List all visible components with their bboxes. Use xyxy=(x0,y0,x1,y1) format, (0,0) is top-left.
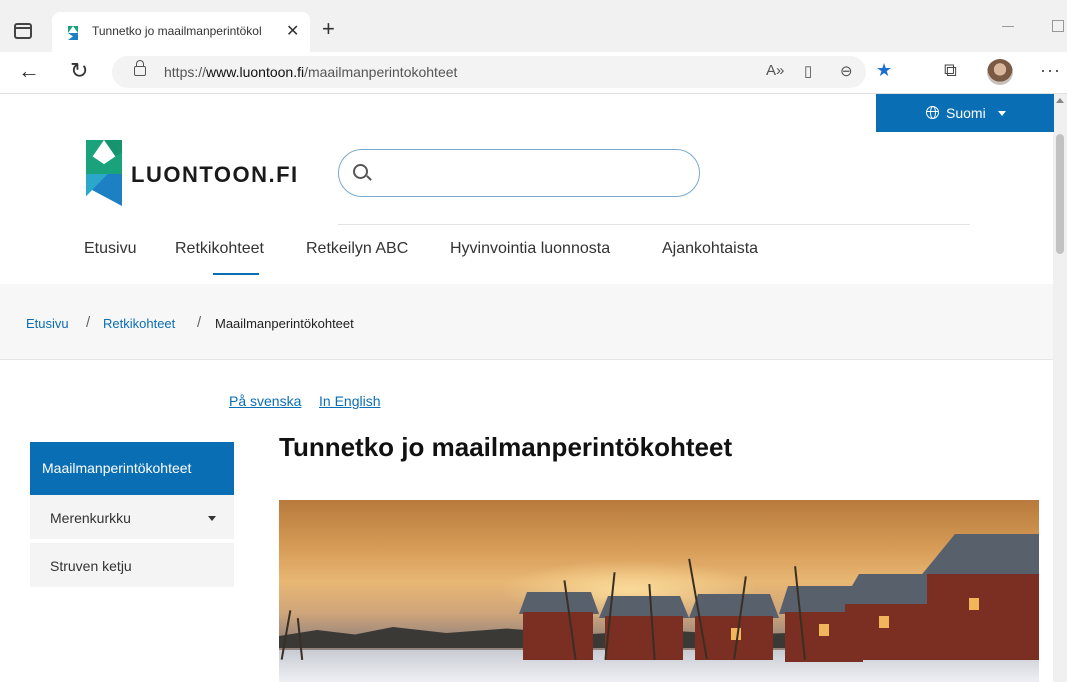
maximize-icon[interactable] xyxy=(1052,20,1064,32)
chevron-down-icon[interactable] xyxy=(208,516,216,521)
refresh-icon[interactable]: ↻ xyxy=(70,58,88,84)
minimize-icon[interactable] xyxy=(1002,26,1014,27)
favicon-icon xyxy=(68,26,78,40)
immersive-reader-icon[interactable]: ▯ xyxy=(804,62,812,80)
breadcrumb-etusivu[interactable]: Etusivu xyxy=(26,316,69,331)
side-item-label: Merenkurkku xyxy=(50,510,131,526)
collections-icon[interactable]: ⧉ xyxy=(944,60,957,81)
divider xyxy=(338,224,970,225)
site-logo-icon[interactable] xyxy=(86,140,122,206)
search-input[interactable] xyxy=(338,149,700,197)
close-icon[interactable]: ✕ xyxy=(286,21,299,41)
favorite-star-icon[interactable]: ★ xyxy=(876,60,892,81)
tab-title: Tunnetko jo maailmanperintökol xyxy=(92,24,262,38)
language-button[interactable]: Suomi xyxy=(876,94,1054,132)
hero-image xyxy=(279,500,1039,682)
tab-actions-icon[interactable] xyxy=(14,23,32,39)
side-item-label: Struven ketju xyxy=(50,558,132,574)
caret-down-icon xyxy=(998,111,1006,116)
address-bar: ← ↻ https://www.luontoon.fi/maailmanperi… xyxy=(0,52,1067,94)
site-name[interactable]: LUONTOON.FI xyxy=(131,162,299,188)
page-title: Tunnetko jo maailmanperintökohteet xyxy=(279,432,733,462)
scroll-thumb[interactable] xyxy=(1056,134,1064,254)
breadcrumb-separator: / xyxy=(197,314,202,331)
breadcrumb: Etusivu / Retkikohteet / Maailmanperintö… xyxy=(0,284,1053,360)
nav-item-hyvinvointia[interactable]: Hyvinvointia luonnosta xyxy=(450,240,610,258)
side-item-merenkurkku[interactable]: Merenkurkku xyxy=(30,495,234,541)
nav-item-ajankohtaista[interactable]: Ajankohtaista xyxy=(662,240,758,258)
nav-item-retkeilyn-abc[interactable]: Retkeilyn ABC xyxy=(306,240,408,258)
scroll-up-icon[interactable] xyxy=(1056,98,1064,103)
nav-item-retkikohteet[interactable]: Retkikohteet xyxy=(175,240,264,258)
side-item-maailmanperintokohteet[interactable]: Maailmanperintökohteet xyxy=(30,442,234,495)
back-arrow-icon[interactable]: ← xyxy=(18,58,40,84)
lock-icon[interactable] xyxy=(134,60,146,76)
search-icon[interactable] xyxy=(353,164,368,179)
side-item-label: Maailmanperintökohteet xyxy=(42,460,192,476)
read-aloud-icon[interactable]: A» xyxy=(766,62,784,79)
scrollbar[interactable] xyxy=(1053,94,1067,682)
breadcrumb-retkikohteet[interactable]: Retkikohteet xyxy=(103,316,175,331)
browser-tab-bar: Tunnetko jo maailmanperintökol ✕ + xyxy=(0,0,1067,52)
globe-icon xyxy=(926,106,939,119)
language-label: Suomi xyxy=(946,105,986,121)
nav-item-etusivu[interactable]: Etusivu xyxy=(84,240,136,258)
breadcrumb-current: Maailmanperintökohteet xyxy=(215,316,354,331)
breadcrumb-separator: / xyxy=(86,314,91,331)
link-swedish[interactable]: På svenska xyxy=(229,393,301,409)
active-nav-indicator xyxy=(213,273,259,275)
side-item-struven-ketju[interactable]: Struven ketju xyxy=(30,543,234,589)
zoom-out-icon[interactable]: ⊖ xyxy=(840,62,853,80)
new-tab-icon[interactable]: + xyxy=(322,18,335,40)
url-text: https://www.luontoon.fi/maailmanperintok… xyxy=(164,64,458,80)
avatar[interactable] xyxy=(987,59,1013,85)
url-input[interactable]: https://www.luontoon.fi/maailmanperintok… xyxy=(112,56,892,88)
more-menu-icon[interactable]: ··· xyxy=(1040,60,1061,81)
link-english[interactable]: In English xyxy=(319,393,380,409)
browser-tab[interactable]: Tunnetko jo maailmanperintökol ✕ xyxy=(52,12,310,52)
